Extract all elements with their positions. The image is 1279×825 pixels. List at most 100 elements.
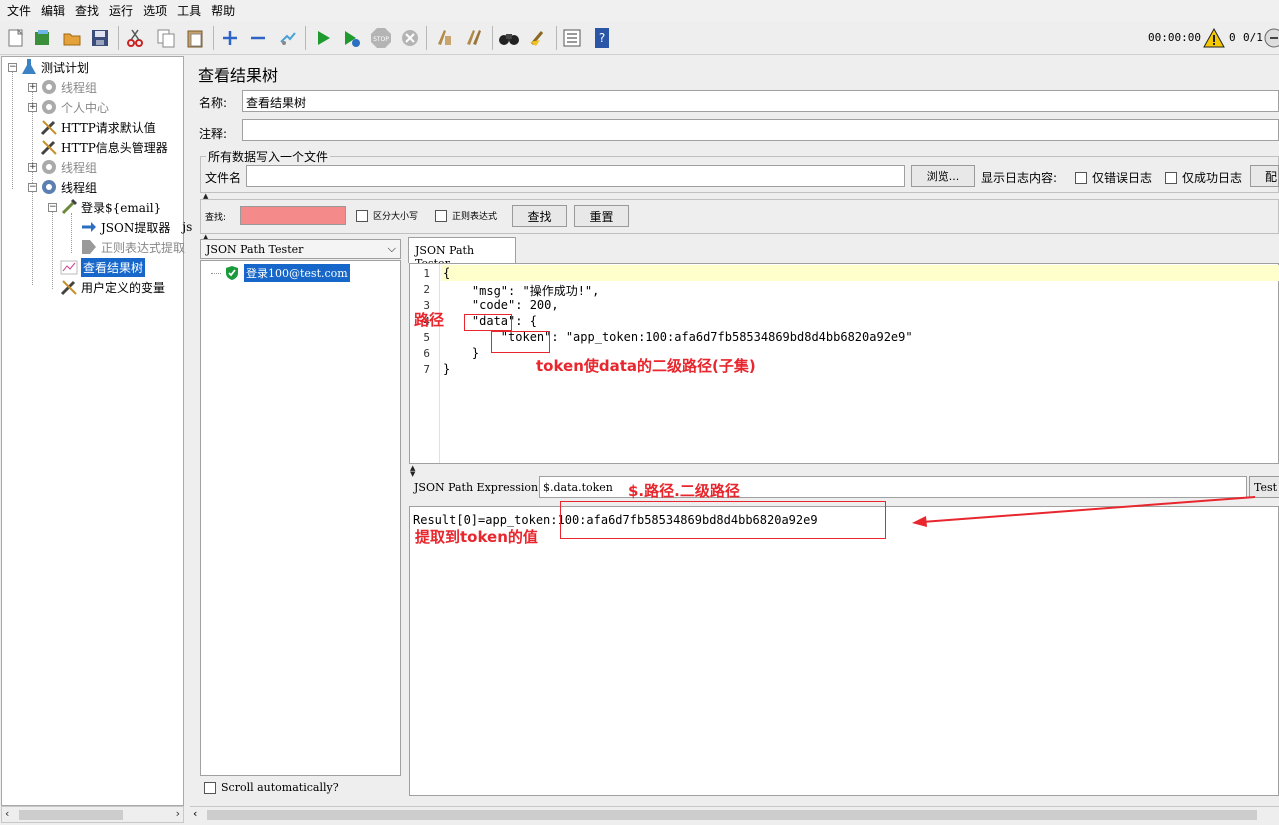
tree-item-regex-extractor[interactable]: 正则表达式提取 xyxy=(80,237,185,257)
tree-label: 线程组 xyxy=(61,160,98,175)
tree-root-test-plan[interactable]: 测试计划 xyxy=(20,57,89,77)
clear-all-icon[interactable] xyxy=(462,26,486,50)
reset-button[interactable]: 重置 xyxy=(574,205,629,227)
collapse-icon[interactable] xyxy=(246,26,270,50)
reset-search-icon[interactable] xyxy=(526,26,550,50)
arrow-icon xyxy=(80,218,98,236)
errors-only-checkbox[interactable]: 仅错误日志 xyxy=(1075,169,1152,186)
cut-icon[interactable] xyxy=(123,26,147,50)
annotation-path: 路径 xyxy=(414,311,445,329)
sample-result-tree: 登录100@test.com xyxy=(200,260,401,776)
tree-horizontal-scrollbar[interactable]: ‹ › xyxy=(1,806,184,823)
stop-icon[interactable]: STOP xyxy=(369,26,393,50)
menu-options[interactable]: 选项 xyxy=(140,2,174,19)
remote-status-icon[interactable] xyxy=(1264,26,1279,50)
comment-field[interactable] xyxy=(242,119,1279,141)
checkbox-label: 仅成功日志 xyxy=(1182,171,1243,185)
expand-icon[interactable] xyxy=(218,26,242,50)
menu-tools[interactable]: 工具 xyxy=(174,2,208,19)
collapse-toggle[interactable]: − xyxy=(48,203,57,212)
toggle-icon[interactable] xyxy=(276,26,300,50)
templates-icon[interactable] xyxy=(30,26,54,50)
tree-item-login-sampler[interactable]: 登录${email} xyxy=(60,197,161,217)
code-line: { xyxy=(443,266,451,280)
tree-label: HTTP信息头管理器 xyxy=(61,140,168,155)
help-icon[interactable]: ? xyxy=(590,26,614,50)
collapse-toggle[interactable]: − xyxy=(8,63,17,72)
sample-result-item[interactable]: 登录100@test.com xyxy=(223,263,350,283)
tree-label-suffix: js xyxy=(182,220,193,234)
tree-item-thread-group-3[interactable]: 线程组 xyxy=(40,177,97,197)
warning-icon[interactable] xyxy=(1202,26,1226,50)
copy-icon[interactable] xyxy=(154,26,178,50)
gear-icon xyxy=(40,98,58,116)
scroll-left-icon[interactable]: ‹ xyxy=(193,807,197,820)
code-line: "code": 200, xyxy=(443,298,559,312)
scroll-automatically-checkbox[interactable]: Scroll automatically? xyxy=(204,781,339,794)
tree-label: 个人中心 xyxy=(61,100,110,115)
line-number: 6 xyxy=(423,347,430,360)
filename-field[interactable] xyxy=(246,165,905,187)
name-label: 名称: xyxy=(199,96,228,110)
expand-toggle[interactable]: + xyxy=(28,103,37,112)
tree-item-personal-center[interactable]: 个人中心 xyxy=(40,97,109,117)
tab-json-path-tester[interactable]: JSON Path Tester xyxy=(408,237,516,270)
tree-item-view-results-tree[interactable]: 查看结果树 xyxy=(60,257,146,277)
tree-label: 登录${email} xyxy=(81,200,162,215)
tree-item-thread-group-1[interactable]: 线程组 xyxy=(40,77,97,97)
tree-label: 测试计划 xyxy=(41,60,90,75)
wrench-icon xyxy=(40,138,58,156)
paste-icon[interactable] xyxy=(183,26,207,50)
function-helper-icon[interactable] xyxy=(560,26,584,50)
chevron-down-icon: ⌵ xyxy=(387,242,396,255)
expand-toggle[interactable]: + xyxy=(28,163,37,172)
file-group-title: 所有数据写入一个文件 xyxy=(206,148,331,165)
tree-label: 正则表达式提取 xyxy=(101,240,186,255)
tree-label: 用户定义的变量 xyxy=(81,280,166,295)
log-content-label: 显示日志内容: xyxy=(981,171,1058,185)
tree-item-user-variables[interactable]: 用户定义的变量 xyxy=(60,277,165,297)
configure-button[interactable]: 配 xyxy=(1250,165,1279,187)
tree-item-thread-group-2[interactable]: 线程组 xyxy=(40,157,97,177)
test-plan-tree: − 测试计划 + 线程组 + 个人中心 HTTP请求默认值 HTTP信息头管理器… xyxy=(1,56,192,806)
svg-text:?: ? xyxy=(599,31,605,45)
case-sensitive-checkbox[interactable]: 区分大小写 xyxy=(356,209,418,222)
menu-help[interactable]: 帮助 xyxy=(208,2,242,19)
renderer-select[interactable]: JSON Path Tester ⌵ xyxy=(200,239,401,259)
browse-button[interactable]: 浏览... xyxy=(911,165,975,187)
chart-icon xyxy=(60,258,78,276)
new-file-icon[interactable] xyxy=(4,26,28,50)
start-no-pauses-icon[interactable] xyxy=(339,26,363,50)
expand-toggle[interactable]: + xyxy=(28,83,37,92)
name-field[interactable]: 查看结果树 xyxy=(242,90,1279,112)
open-icon[interactable] xyxy=(60,26,84,50)
clear-icon[interactable] xyxy=(432,26,456,50)
scroll-right-icon[interactable]: › xyxy=(176,807,180,820)
search-input[interactable] xyxy=(240,206,346,225)
tree-item-json-extractor[interactable]: JSON提取器 js xyxy=(80,217,192,237)
find-button[interactable]: 查找 xyxy=(512,205,567,227)
result-view[interactable]: Result[0]=app_token:100:afa6d7fb58534869… xyxy=(409,506,1279,796)
svg-text:STOP: STOP xyxy=(373,36,389,43)
save-icon[interactable] xyxy=(88,26,112,50)
line-number: 1 xyxy=(423,267,430,280)
menu-edit[interactable]: 编辑 xyxy=(38,2,72,19)
shutdown-icon[interactable] xyxy=(398,26,422,50)
checkbox-label: 正则表达式 xyxy=(452,212,498,222)
menu-file[interactable]: 文件 xyxy=(4,2,38,19)
collapse-toggle[interactable]: − xyxy=(28,183,37,192)
tree-item-http-defaults[interactable]: HTTP请求默认值 xyxy=(40,117,156,137)
regex-checkbox[interactable]: 正则表达式 xyxy=(435,209,497,222)
checkbox-label: 区分大小写 xyxy=(373,212,419,222)
menu-search[interactable]: 查找 xyxy=(72,2,106,19)
annotation-arrow xyxy=(912,496,1256,527)
gear-icon xyxy=(40,78,58,96)
main-horizontal-scrollbar[interactable]: ‹ xyxy=(190,806,1279,823)
tree-item-header-manager[interactable]: HTTP信息头管理器 xyxy=(40,137,168,157)
search-label: 查找: xyxy=(205,213,227,223)
scroll-left-icon[interactable]: ‹ xyxy=(5,807,9,820)
menu-run[interactable]: 运行 xyxy=(106,2,140,19)
success-only-checkbox[interactable]: 仅成功日志 xyxy=(1165,169,1242,186)
start-icon[interactable] xyxy=(311,26,335,50)
search-icon[interactable] xyxy=(497,26,521,50)
